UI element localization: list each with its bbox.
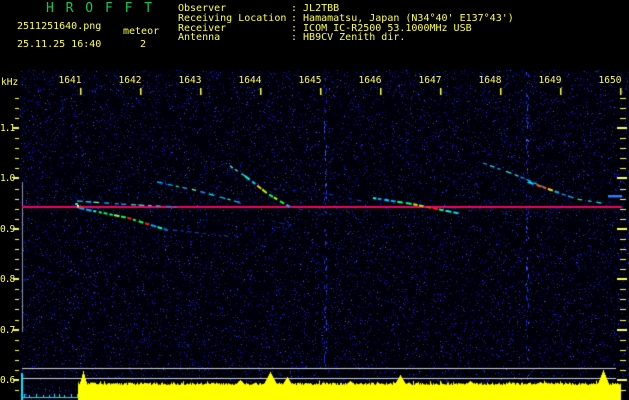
- time-tick-label: 1647: [418, 75, 442, 86]
- info-value: : HB9CV Zenith dir.: [291, 32, 406, 44]
- time-tick-label: 1642: [118, 75, 142, 86]
- meteor-count: 2: [140, 39, 147, 50]
- time-tick-label: 1646: [358, 75, 382, 86]
- timestamp-label: 25.11.25 16:40: [17, 39, 102, 50]
- freq-tick-label: 0.8: [0, 273, 15, 285]
- mode-label: meteor: [123, 26, 160, 37]
- time-tick-label: 1645: [298, 75, 322, 86]
- freq-tick-label: 0.6: [0, 374, 15, 386]
- time-tick-label: 1643: [178, 75, 202, 86]
- hrofft-screen: H R O F F T 2511251640.png meteor 25.11.…: [0, 0, 629, 400]
- station-info: Observer: JL2TBB Receiving Location: Hama…: [178, 4, 514, 43]
- info-label: Antenna: [178, 32, 221, 44]
- freq-tick-label: 0.9: [0, 223, 15, 235]
- time-tick-label: 1644: [238, 75, 262, 86]
- spectrogram-canvas: [0, 0, 629, 400]
- app-title: H R O F F T: [46, 1, 155, 16]
- time-tick-label: 1648: [478, 75, 502, 86]
- freq-tick-label: 1.0: [0, 172, 15, 184]
- info-row: Antenna : HB9CV Zenith dir.: [178, 33, 514, 43]
- time-tick-label: 1649: [538, 75, 562, 86]
- freq-tick-label: 1.1: [0, 122, 15, 134]
- filename-label: 2511251640.png: [17, 21, 102, 32]
- freq-tick-label: 0.7: [0, 324, 15, 336]
- time-tick-label: 1641: [58, 75, 82, 86]
- freq-axis-unit: kHz: [1, 77, 19, 88]
- time-tick-label: 1650: [598, 75, 622, 86]
